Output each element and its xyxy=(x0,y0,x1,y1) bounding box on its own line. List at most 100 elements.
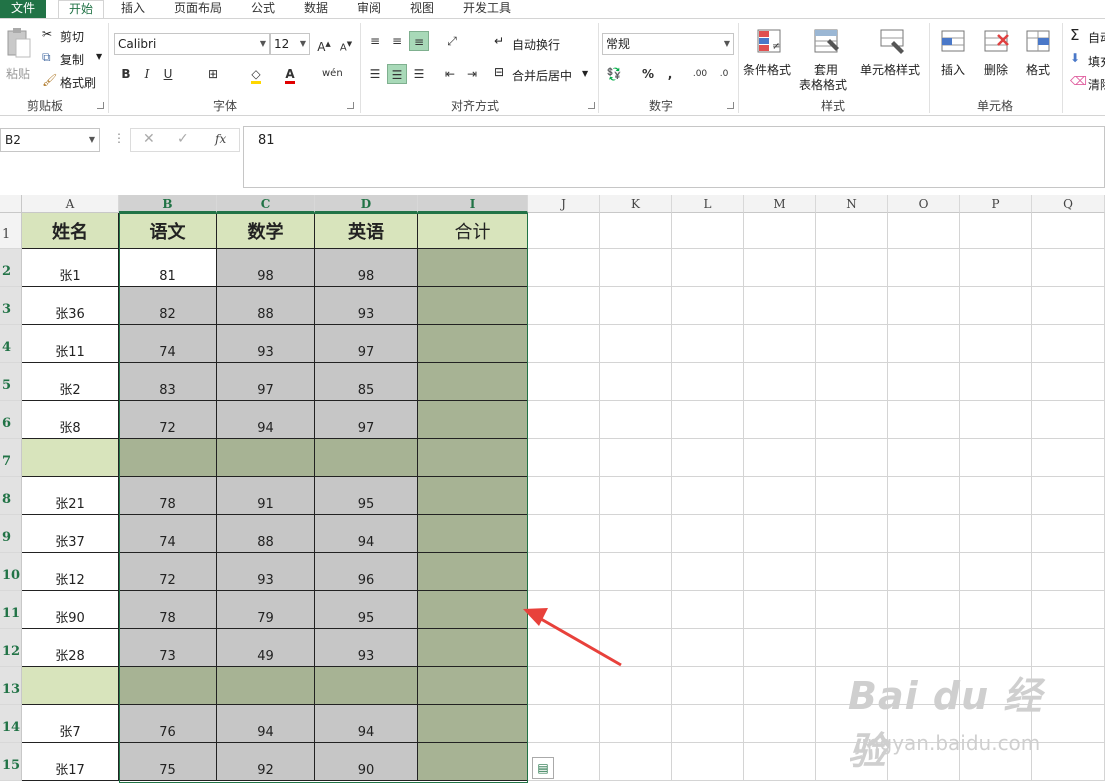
cell[interactable] xyxy=(816,591,888,629)
cell[interactable] xyxy=(744,439,816,477)
cell[interactable] xyxy=(1032,629,1105,667)
cell[interactable] xyxy=(888,401,960,439)
score-cell-b[interactable]: 74 xyxy=(119,325,217,363)
cell[interactable] xyxy=(528,363,600,401)
formula-input[interactable]: 81 xyxy=(243,126,1105,188)
cell[interactable] xyxy=(888,287,960,325)
score-cell-c[interactable]: 94 xyxy=(217,401,315,439)
cell[interactable] xyxy=(672,515,744,553)
row-header-11[interactable]: 11 xyxy=(0,591,22,629)
total-cell[interactable] xyxy=(418,743,528,781)
cell[interactable] xyxy=(600,287,672,325)
cell[interactable] xyxy=(888,213,960,249)
score-cell-d[interactable]: 95 xyxy=(315,591,418,629)
cell[interactable] xyxy=(744,325,816,363)
name-cell[interactable] xyxy=(22,439,119,477)
score-cell-d[interactable]: 97 xyxy=(315,325,418,363)
cell[interactable] xyxy=(600,213,672,249)
accounting-format-icon[interactable]: 💱 xyxy=(604,64,624,84)
score-cell-c[interactable]: 88 xyxy=(217,287,315,325)
score-cell-c[interactable] xyxy=(217,667,315,705)
cell[interactable] xyxy=(672,213,744,249)
score-cell-d[interactable]: 90 xyxy=(315,743,418,781)
font-name-dropdown[interactable]: Calibri ▼ xyxy=(114,33,270,55)
cell[interactable] xyxy=(816,213,888,249)
row-header-9[interactable]: 9 xyxy=(0,515,22,553)
score-cell-b[interactable]: 78 xyxy=(119,591,217,629)
row-header-14[interactable]: 14 xyxy=(0,705,22,743)
cell[interactable] xyxy=(960,553,1032,591)
tab-file[interactable]: 文件 xyxy=(0,0,46,18)
row-header-2[interactable]: 2 xyxy=(0,249,22,287)
column-header-i[interactable]: I xyxy=(418,195,528,213)
name-cell[interactable]: 张17 xyxy=(22,743,119,781)
cell[interactable] xyxy=(600,249,672,287)
score-cell-d[interactable]: 97 xyxy=(315,401,418,439)
cell[interactable] xyxy=(528,325,600,363)
cell[interactable] xyxy=(600,743,672,781)
cell[interactable] xyxy=(744,705,816,743)
cell[interactable] xyxy=(1032,287,1105,325)
format-as-table-button[interactable]: 套用 表格格式 xyxy=(797,27,859,93)
cell[interactable] xyxy=(672,325,744,363)
number-launcher-icon[interactable] xyxy=(727,102,734,109)
cell[interactable] xyxy=(888,439,960,477)
header-cell-i[interactable]: 合计 xyxy=(418,213,528,249)
cell[interactable] xyxy=(744,629,816,667)
cell[interactable] xyxy=(528,553,600,591)
row-header-4[interactable]: 4 xyxy=(0,325,22,363)
cell[interactable] xyxy=(528,439,600,477)
cell[interactable] xyxy=(672,667,744,705)
cell[interactable] xyxy=(1032,213,1105,249)
total-cell[interactable] xyxy=(418,477,528,515)
conditional-format-button[interactable]: ≠ 条件格式 xyxy=(743,27,797,93)
total-cell[interactable] xyxy=(418,667,528,705)
score-cell-b[interactable] xyxy=(119,439,217,477)
cell[interactable] xyxy=(672,439,744,477)
name-cell[interactable]: 张21 xyxy=(22,477,119,515)
score-cell-b[interactable]: 78 xyxy=(119,477,217,515)
column-header-l[interactable]: L xyxy=(672,195,744,213)
name-cell[interactable]: 张36 xyxy=(22,287,119,325)
borders-icon[interactable]: ⊞ xyxy=(203,64,223,84)
column-header-b[interactable]: B xyxy=(119,195,217,213)
check-icon[interactable]: ✓ xyxy=(177,131,189,147)
italic-icon[interactable]: I xyxy=(137,64,157,84)
tab-developer[interactable]: 开发工具 xyxy=(453,0,521,18)
total-cell[interactable] xyxy=(418,705,528,743)
cell[interactable] xyxy=(528,213,600,249)
paste-button[interactable]: 粘贴 xyxy=(4,27,32,87)
align-right-icon[interactable]: ☰ xyxy=(409,64,429,84)
cell[interactable] xyxy=(888,325,960,363)
decrease-indent-icon[interactable]: ⇤ xyxy=(440,64,460,84)
column-header-p[interactable]: P xyxy=(960,195,1032,213)
total-cell[interactable] xyxy=(418,401,528,439)
column-header-d[interactable]: D xyxy=(315,195,418,213)
cell[interactable] xyxy=(816,287,888,325)
score-cell-c[interactable]: 97 xyxy=(217,363,315,401)
cell[interactable] xyxy=(672,249,744,287)
column-header-q[interactable]: Q xyxy=(1032,195,1105,213)
total-cell[interactable] xyxy=(418,629,528,667)
row-header-7[interactable]: 7 xyxy=(0,439,22,477)
cell[interactable] xyxy=(600,705,672,743)
name-cell[interactable]: 张12 xyxy=(22,553,119,591)
score-cell-d[interactable]: 95 xyxy=(315,477,418,515)
total-cell[interactable] xyxy=(418,249,528,287)
tab-review[interactable]: 审阅 xyxy=(347,0,391,18)
cell[interactable] xyxy=(744,515,816,553)
format-painter-button[interactable]: 🖌 格式刷 xyxy=(42,73,104,91)
column-header-n[interactable]: N xyxy=(816,195,888,213)
select-all-corner[interactable] xyxy=(0,195,22,213)
cell[interactable] xyxy=(960,213,1032,249)
cell[interactable] xyxy=(1032,439,1105,477)
align-left-icon[interactable]: ☰ xyxy=(365,64,385,84)
cell[interactable] xyxy=(960,515,1032,553)
comma-style-icon[interactable]: , xyxy=(660,64,680,84)
score-cell-b[interactable]: 83 xyxy=(119,363,217,401)
total-cell[interactable] xyxy=(418,515,528,553)
row-header-8[interactable]: 8 xyxy=(0,477,22,515)
cancel-icon[interactable]: ✕ xyxy=(143,131,155,147)
total-cell[interactable] xyxy=(418,325,528,363)
shrink-font-icon[interactable]: A▼ xyxy=(336,34,356,54)
